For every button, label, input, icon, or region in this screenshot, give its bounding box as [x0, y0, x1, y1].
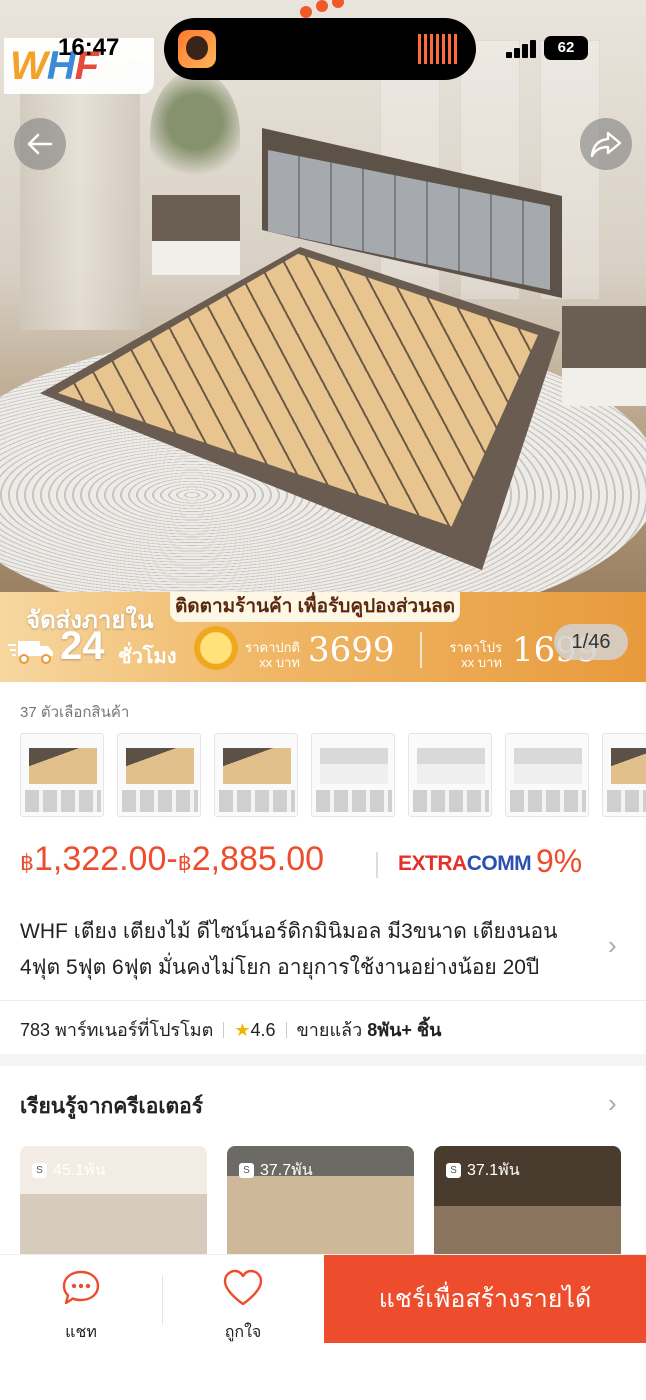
nightstand [562, 306, 646, 406]
chevron-right-icon[interactable]: › [608, 930, 617, 961]
play-icon: S [446, 1163, 461, 1178]
normal-price-label-line: ราคาปกติ [245, 640, 300, 655]
price-divider [376, 852, 378, 878]
signal-icon [506, 40, 540, 58]
chat-button[interactable]: แชท [26, 1269, 136, 1345]
star-icon: ★ [234, 1020, 251, 1040]
max-price: 2,885.00 [191, 840, 325, 878]
option-thumbnail[interactable] [408, 733, 492, 817]
share-to-earn-button[interactable]: แชร์เพื่อสร้างรายได้ [324, 1255, 646, 1343]
chat-label: แชท [65, 1324, 97, 1341]
status-time: 16:47 [58, 34, 120, 61]
options-count[interactable]: 37 ตัวเลือกสินค้า [20, 700, 129, 724]
creator-video[interactable]: S 45.1พัน [20, 1146, 207, 1266]
promo-price-label-line: ราคาโปร [449, 640, 503, 655]
view-count: S 37.1พัน [446, 1158, 520, 1183]
truck-icon [8, 641, 53, 664]
divider [0, 1000, 646, 1001]
share-icon [590, 131, 622, 158]
option-thumbnail[interactable] [214, 733, 298, 817]
audio-bars-icon [418, 34, 460, 64]
section-gap [0, 1054, 646, 1066]
play-icon: S [32, 1163, 47, 1178]
promo-price-label-line: xx บาท [461, 655, 502, 670]
view-count-text: 45.1พัน [53, 1162, 106, 1179]
logo-letter: W [10, 44, 48, 88]
currency-symbol: ฿ [177, 850, 192, 875]
curtain [20, 60, 140, 330]
status-dots [300, 0, 360, 20]
promo-banner: จัดส่งภายใน 24 ชั่วโมง ติดตามร้านค้า เพื… [0, 592, 646, 682]
nightstand [152, 195, 240, 275]
view-count: S 45.1พัน [32, 1158, 106, 1183]
option-thumbnails [20, 733, 646, 819]
price-range: ฿1,322.00-฿2,885.00 [20, 840, 324, 879]
image-counter: 1/46 [554, 624, 628, 660]
back-arrow-icon [27, 133, 53, 155]
share-button[interactable] [580, 118, 632, 170]
like-label: ถูกใจ [224, 1324, 262, 1341]
normal-price-label-line: xx บาท [259, 655, 300, 670]
heart-icon [223, 1269, 263, 1306]
option-thumbnail[interactable] [117, 733, 201, 817]
dynamic-island [164, 18, 476, 80]
promo-price-label: ราคาโปร xx บาท [446, 640, 503, 670]
coin-icon [194, 626, 238, 670]
price-divider [420, 632, 422, 668]
bottom-divider [162, 1275, 163, 1325]
partner-count: 783 พาร์ทเนอร์ที่โปรโมต [20, 1020, 214, 1040]
extra-comm-badge: EXTRACOMM [398, 852, 532, 876]
plant [150, 70, 240, 200]
option-thumbnail[interactable] [602, 733, 646, 817]
option-thumbnail[interactable] [311, 733, 395, 817]
like-button[interactable]: ถูกใจ [188, 1269, 298, 1345]
sold-label: ขายแล้ว [296, 1020, 363, 1040]
shipping-unit: ชั่วโมง [118, 646, 177, 668]
creator-video[interactable]: S 37.7พัน [227, 1146, 414, 1266]
play-icon: S [239, 1163, 254, 1178]
currency-symbol: ฿ [20, 850, 34, 875]
view-count-text: 37.1พัน [467, 1162, 520, 1179]
option-thumbnail[interactable] [505, 733, 589, 817]
view-count-text: 37.7พัน [260, 1162, 313, 1179]
creators-title[interactable]: เรียนรู้จากครีเอเตอร์ [20, 1090, 203, 1123]
back-button[interactable] [14, 118, 66, 170]
normal-price: 3699 [308, 630, 395, 670]
sold-count: 8พัน+ ชิ้น [367, 1020, 442, 1040]
bottom-action-bar: แชท ถูกใจ แชร์เพื่อสร้างรายได้ [0, 1254, 646, 1400]
live-activity-avatar [178, 30, 216, 68]
commission-percent: 9% [536, 843, 583, 879]
product-image[interactable] [0, 0, 646, 682]
product-title[interactable]: WHF เตียง เตียงไม้ ดีไซน์นอร์ดิกมินิมอล … [20, 914, 595, 986]
normal-price-label: ราคาปกติ xx บาท [244, 640, 300, 670]
comm-label: COMM [466, 852, 532, 875]
creator-video[interactable]: S 37.1พัน [434, 1146, 621, 1266]
follow-store-text: ติดตามร้านค้า เพื่อรับคูปองส่วนลด [170, 592, 460, 622]
view-count: S 37.7พัน [239, 1158, 313, 1183]
price-dash: - [166, 840, 178, 878]
chevron-right-icon[interactable]: › [608, 1088, 617, 1119]
meta-divider [285, 1022, 287, 1038]
shipping-hours: 24 [60, 624, 105, 668]
product-meta: 783 พาร์ทเนอร์ที่โปรโมต ★4.6 ขายแล้ว 8พัน+… [20, 1015, 626, 1044]
rating: 4.6 [250, 1020, 276, 1040]
chat-icon [62, 1270, 100, 1305]
battery-indicator: 62 [544, 36, 588, 60]
extra-label: EXTRA [398, 852, 467, 875]
option-thumbnail[interactable] [20, 733, 104, 817]
meta-divider [223, 1022, 225, 1038]
min-price: 1,322.00 [34, 840, 167, 878]
